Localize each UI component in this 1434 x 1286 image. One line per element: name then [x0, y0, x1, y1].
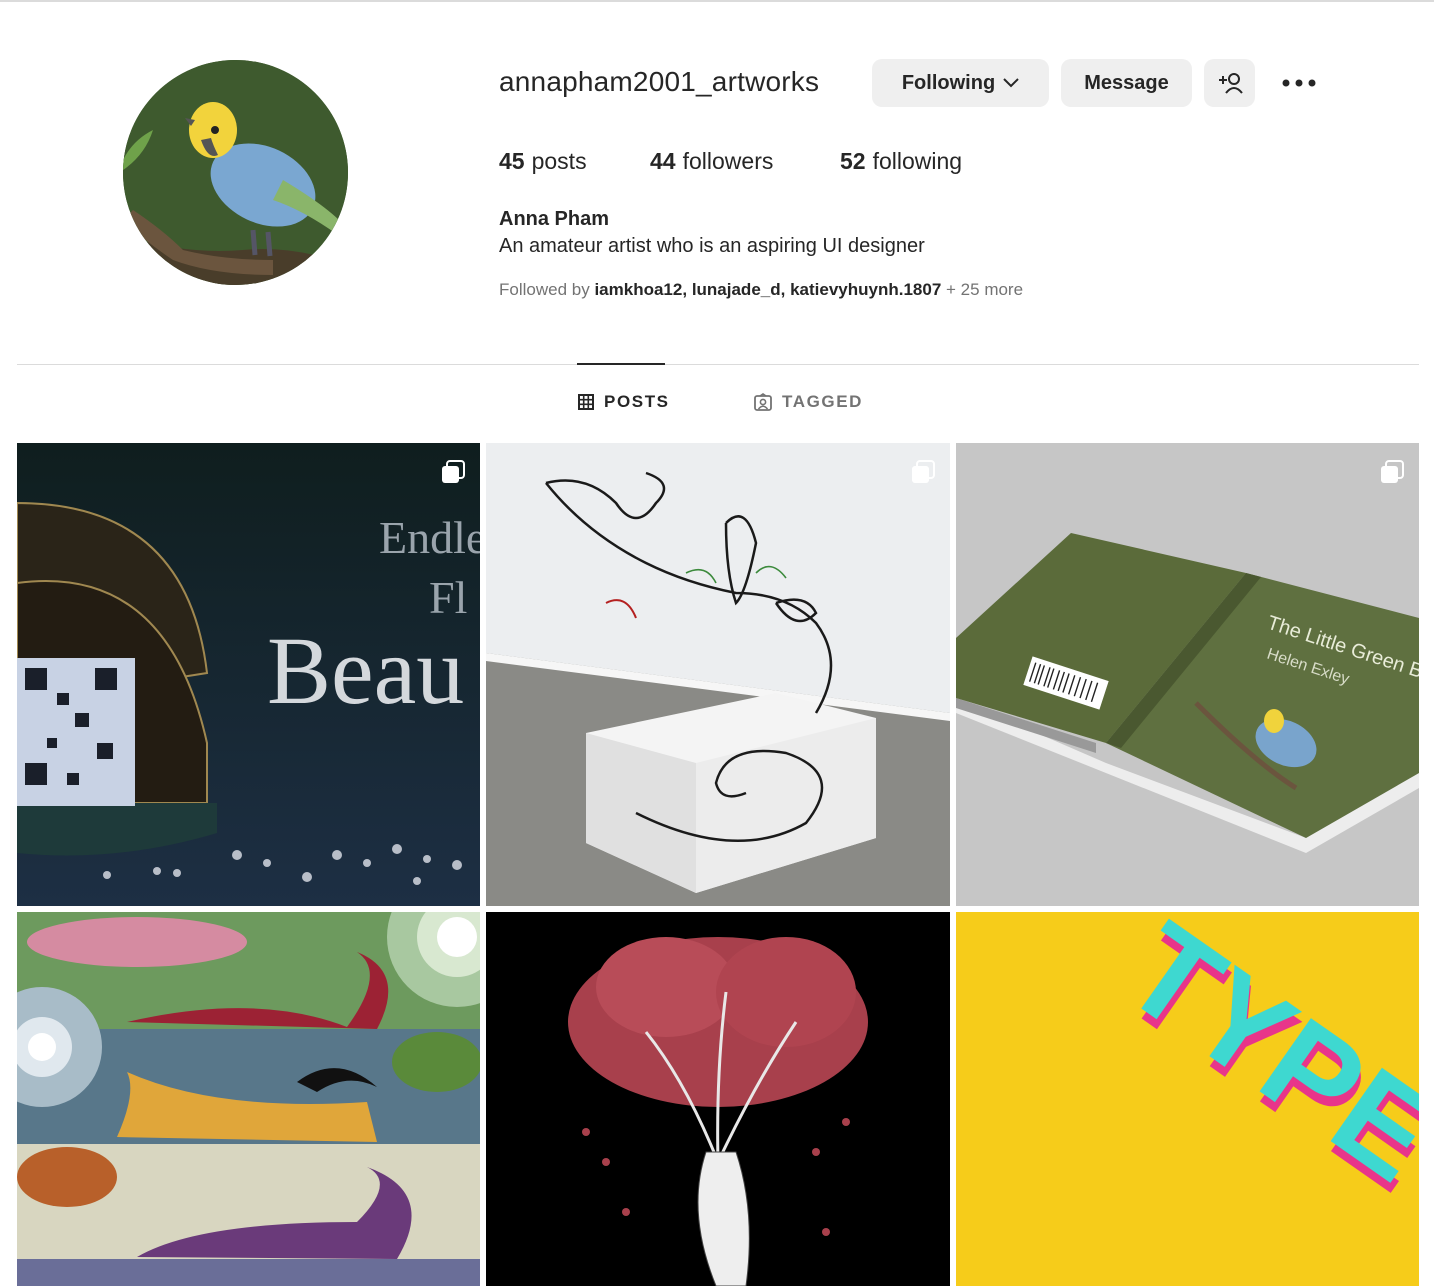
followed-by-prefix: Followed by: [499, 280, 590, 299]
profile-avatar[interactable]: [123, 60, 348, 285]
profile-full-name: Anna Pham: [499, 208, 610, 230]
post-image-seasons: [17, 912, 480, 1286]
followers-stat[interactable]: 44 followers: [650, 148, 773, 175]
more-options-button[interactable]: [1276, 66, 1322, 100]
post-text-line: Endle: [379, 512, 480, 563]
multiple-images-icon: [442, 460, 465, 483]
tab-posts[interactable]: POSTS: [578, 392, 670, 412]
multiple-images-icon: [1381, 460, 1404, 483]
grid-icon: [578, 394, 594, 410]
suggested-users-button[interactable]: [1204, 59, 1255, 107]
following-label: Following: [901, 71, 996, 94]
avatar-bird-illustration: [123, 60, 348, 285]
post-thumbnail[interactable]: The Little Green Book Helen Exley: [956, 443, 1419, 906]
tab-tagged[interactable]: TAGGED: [754, 392, 863, 412]
post-image-book-cover: The Little Green Book Helen Exley: [956, 443, 1419, 906]
add-user-icon: [1218, 73, 1243, 94]
message-button[interactable]: Message: [1061, 59, 1192, 107]
posts-label: posts: [531, 148, 587, 174]
tabs-divider: [17, 364, 1419, 365]
post-thumbnail[interactable]: TYPE TYPE: [956, 912, 1419, 1286]
tab-tagged-label: TAGGED: [782, 392, 864, 411]
post-image-wire-sculpture: [486, 443, 950, 906]
followed-by-separator: ,: [682, 280, 688, 299]
followers-count: 44: [650, 148, 676, 174]
following-count: 52: [840, 148, 866, 174]
post-image-red-tree: [486, 912, 950, 1286]
following-button[interactable]: Following: [872, 59, 1049, 107]
followers-label: followers: [682, 148, 774, 174]
post-image-endless-beauty: Endle Fl Beau: [17, 443, 480, 906]
followed-by-more: + 25 more: [946, 280, 1024, 299]
post-image-type: TYPE TYPE: [956, 912, 1419, 1286]
active-tab-indicator: [577, 363, 665, 365]
tagged-icon: [754, 393, 772, 411]
tab-posts-label: POSTS: [604, 392, 670, 411]
more-dots-icon: [1282, 79, 1316, 87]
profile-bio: An amateur artist who is an aspiring UI …: [499, 235, 925, 257]
post-thumbnail[interactable]: [17, 912, 480, 1286]
followed-by-separator: ,: [780, 280, 786, 299]
multiple-images-icon: [912, 460, 935, 483]
profile-username: annapham2001_artworks: [499, 66, 820, 97]
followed-by-name[interactable]: lunajade_d: [692, 280, 781, 299]
post-thumbnail[interactable]: Endle Fl Beau: [17, 443, 480, 906]
chevron-down-icon: [1003, 78, 1019, 88]
followed-by-name[interactable]: iamkhoa12: [594, 280, 682, 299]
post-text-line: Fl: [429, 572, 467, 623]
post-text-line: Beau: [267, 617, 464, 724]
posts-stat: 45 posts: [499, 148, 587, 175]
following-stat[interactable]: 52 following: [840, 148, 962, 175]
top-border: [0, 0, 1434, 2]
followed-by-name[interactable]: katievyhuynh.1807: [790, 280, 941, 299]
post-thumbnail[interactable]: [486, 443, 950, 906]
post-thumbnail[interactable]: [486, 912, 950, 1286]
followed-by[interactable]: Followed by iamkhoa12, lunajade_d, katie…: [499, 280, 1023, 300]
following-stat-label: following: [872, 148, 963, 174]
message-label: Message: [1084, 71, 1169, 94]
posts-count: 45: [499, 148, 525, 174]
